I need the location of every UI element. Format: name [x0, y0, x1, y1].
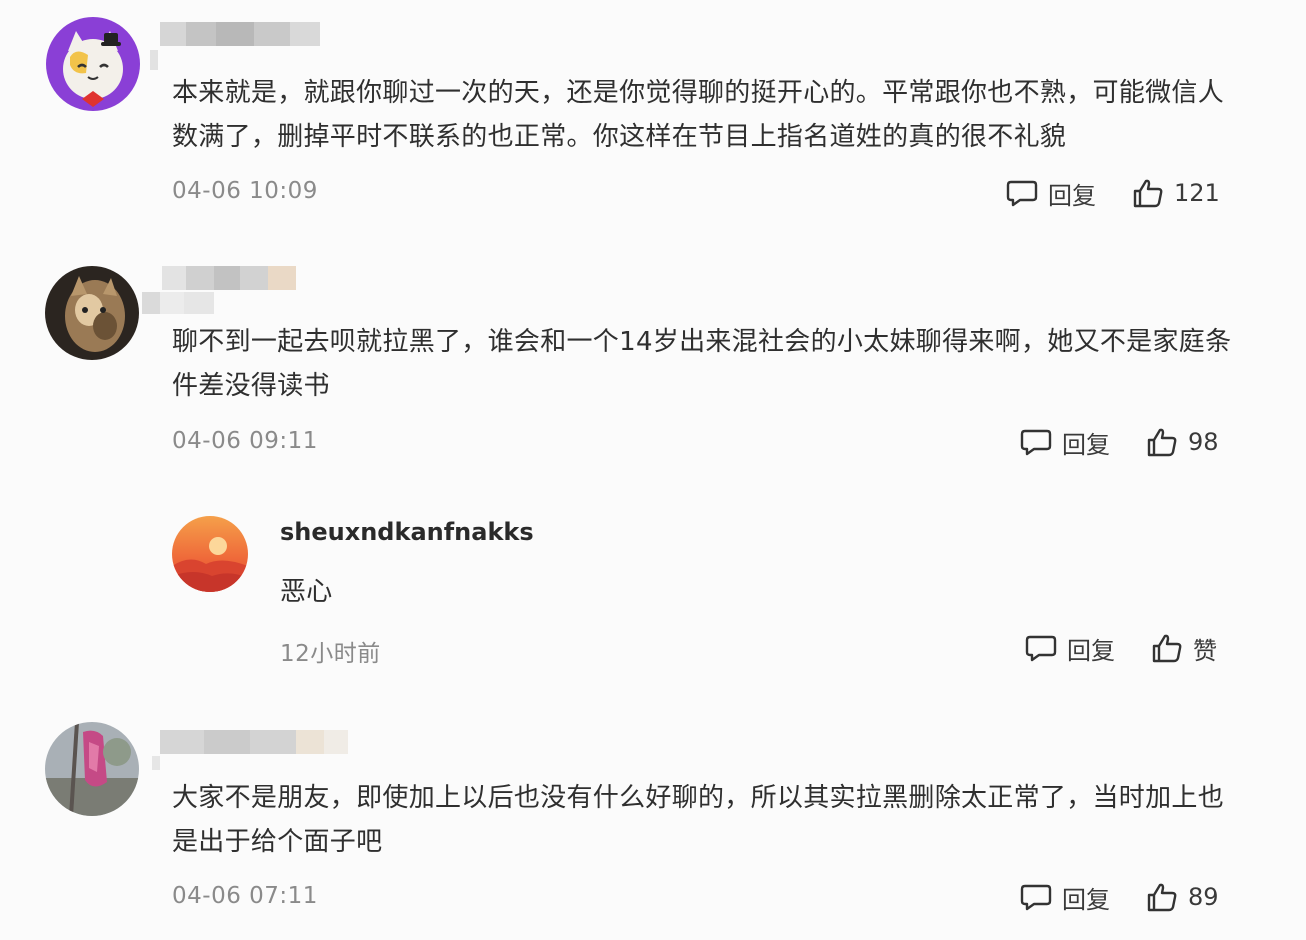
- comment-time: 04-06 10:09: [172, 178, 318, 204]
- reply-button[interactable]: 回复: [1006, 176, 1096, 211]
- comment-actions: 回复 121: [1006, 173, 1220, 213]
- comment-text: 大家不是朋友，即使加上以后也没有什么好聊的，所以其实拉黑删除太正常了，当时加上也…: [172, 783, 1225, 857]
- comment-bubble-icon: [1020, 884, 1052, 911]
- thumbs-up-icon: [1152, 634, 1182, 663]
- reply-button[interactable]: 回复: [1020, 425, 1110, 460]
- cat-avatar-image: [46, 17, 140, 111]
- reply-actions: 回复 赞: [1025, 628, 1217, 668]
- username-blurred-sub: [150, 50, 158, 70]
- comment-bubble-icon: [1025, 635, 1057, 662]
- reply-time: 12小时前: [280, 641, 381, 667]
- avatar[interactable]: [46, 17, 140, 111]
- comment-bubble-icon: [1020, 429, 1052, 456]
- avatar[interactable]: [45, 266, 139, 360]
- comment-actions: 回复 89: [1020, 877, 1219, 917]
- thumbs-up-icon: [1133, 179, 1163, 208]
- like-label: 赞: [1193, 636, 1217, 665]
- comment-time: 04-06 09:11: [172, 428, 318, 454]
- sunset-avatar-image: [172, 516, 248, 592]
- thumbs-up-icon: [1147, 883, 1177, 912]
- like-count: 121: [1174, 179, 1220, 207]
- comment-time: 04-06 07:11: [172, 883, 318, 909]
- like-button[interactable]: 98: [1146, 427, 1219, 457]
- reply-label: 回复: [1062, 430, 1110, 459]
- username-blurred-sub: [142, 292, 214, 314]
- like-count: 89: [1188, 883, 1219, 911]
- reply-label: 回复: [1067, 636, 1115, 665]
- like-button[interactable]: 121: [1132, 178, 1220, 208]
- avatar[interactable]: [45, 722, 139, 816]
- username-blurred: [160, 22, 320, 46]
- thumbs-up-icon: [1147, 428, 1177, 457]
- username-blurred-sub: [152, 756, 160, 770]
- like-button[interactable]: 赞: [1151, 631, 1217, 666]
- reply-text: 恶心: [280, 577, 333, 607]
- username-blurred: [160, 730, 348, 754]
- comment-bubble-icon: [1006, 180, 1038, 207]
- comment-text: 本来就是，就跟你聊过一次的天，还是你觉得聊的挺开心的。平常跟你也不熟，可能微信人…: [172, 78, 1225, 152]
- reply-avatar[interactable]: [172, 516, 248, 592]
- reply-label: 回复: [1062, 885, 1110, 914]
- like-count: 98: [1188, 428, 1219, 456]
- outdoor-photo-avatar-image: [45, 722, 139, 816]
- comment-actions: 回复 98: [1020, 422, 1219, 462]
- like-button[interactable]: 89: [1146, 882, 1219, 912]
- comment-text: 聊不到一起去呗就拉黑了，谁会和一个14岁出来混社会的小太妹聊得来啊，她又不是家庭…: [172, 327, 1232, 401]
- reply-button[interactable]: 回复: [1025, 631, 1115, 666]
- cat-photo-avatar-image: [45, 266, 139, 360]
- reply-username[interactable]: sheuxndkanfnakks: [280, 518, 534, 546]
- reply-button[interactable]: 回复: [1020, 880, 1110, 915]
- reply-label: 回复: [1048, 181, 1096, 210]
- username-blurred: [162, 266, 296, 290]
